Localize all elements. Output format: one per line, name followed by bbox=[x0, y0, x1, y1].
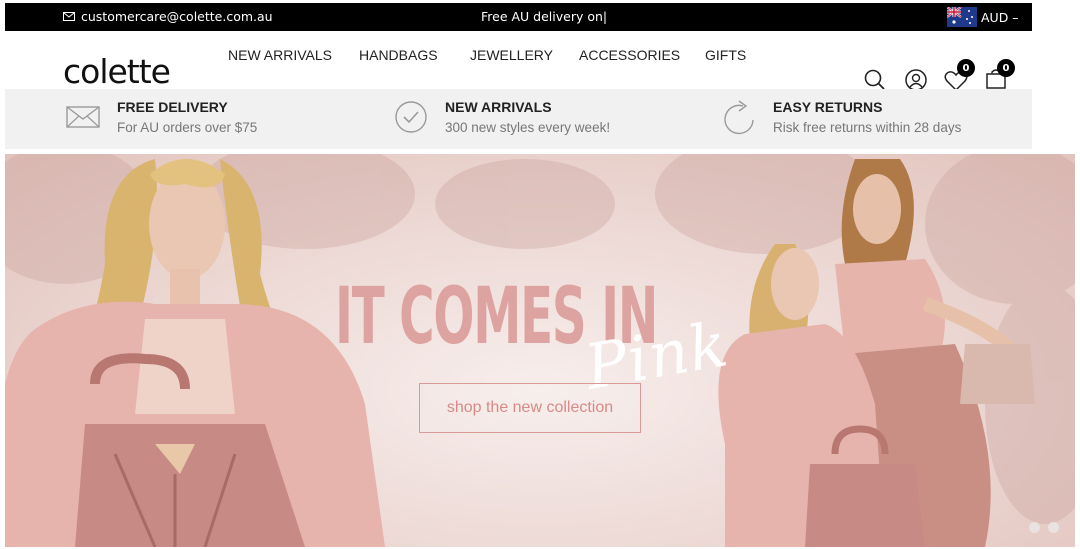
usp-strip: FREE DELIVERY For AU orders over $75 NEW… bbox=[5, 89, 1032, 149]
carousel-dot[interactable] bbox=[1029, 522, 1040, 533]
announcement-bar: customercare@colette.com.au Free AU deli… bbox=[5, 3, 1032, 31]
usp-subtitle: Risk free returns within 28 days bbox=[773, 120, 962, 135]
nav-handbags[interactable]: HANDBAGS bbox=[359, 47, 438, 63]
email-text: customercare@colette.com.au bbox=[81, 9, 273, 24]
currency-label: AUD – bbox=[981, 9, 1019, 25]
wishlist-count-badge: 0 bbox=[957, 59, 975, 77]
nav-gifts[interactable]: GIFTS bbox=[705, 47, 746, 63]
usp-new-arrivals: NEW ARRIVALS 300 new styles every week! bbox=[391, 97, 610, 137]
usp-title: EASY RETURNS bbox=[773, 99, 883, 115]
currency-selector[interactable]: AUD – bbox=[947, 7, 1019, 27]
site-logo[interactable]: colette bbox=[63, 52, 171, 91]
usp-title: NEW ARRIVALS bbox=[445, 99, 552, 115]
return-arrow-icon bbox=[719, 97, 759, 137]
nav-jewellery[interactable]: JEWELLERY bbox=[470, 47, 553, 63]
usp-subtitle: For AU orders over $75 bbox=[117, 120, 258, 135]
usp-free-delivery: FREE DELIVERY For AU orders over $75 bbox=[63, 97, 257, 137]
promo-text: Free AU delivery on| bbox=[481, 9, 608, 24]
cart-count-badge: 0 bbox=[997, 59, 1015, 77]
hero-banner[interactable]: IT COMES IN Pink shop the new collection bbox=[5, 154, 1075, 547]
carousel-dot[interactable] bbox=[1048, 522, 1059, 533]
usp-easy-returns: EASY RETURNS Risk free returns within 28… bbox=[719, 97, 961, 137]
usp-subtitle: 300 new styles every week! bbox=[445, 120, 611, 135]
nav-new-arrivals[interactable]: NEW ARRIVALS bbox=[228, 47, 332, 63]
checkmark-circle-icon bbox=[391, 97, 431, 137]
customer-care-email[interactable]: customercare@colette.com.au bbox=[63, 9, 273, 24]
mail-icon bbox=[63, 12, 75, 21]
nav-accessories[interactable]: ACCESSORIES bbox=[579, 47, 680, 63]
usp-title: FREE DELIVERY bbox=[117, 99, 228, 115]
carousel-dots bbox=[1029, 522, 1059, 533]
shop-collection-button[interactable]: shop the new collection bbox=[419, 383, 641, 433]
envelope-icon bbox=[63, 97, 103, 137]
australia-flag-icon bbox=[947, 7, 977, 27]
